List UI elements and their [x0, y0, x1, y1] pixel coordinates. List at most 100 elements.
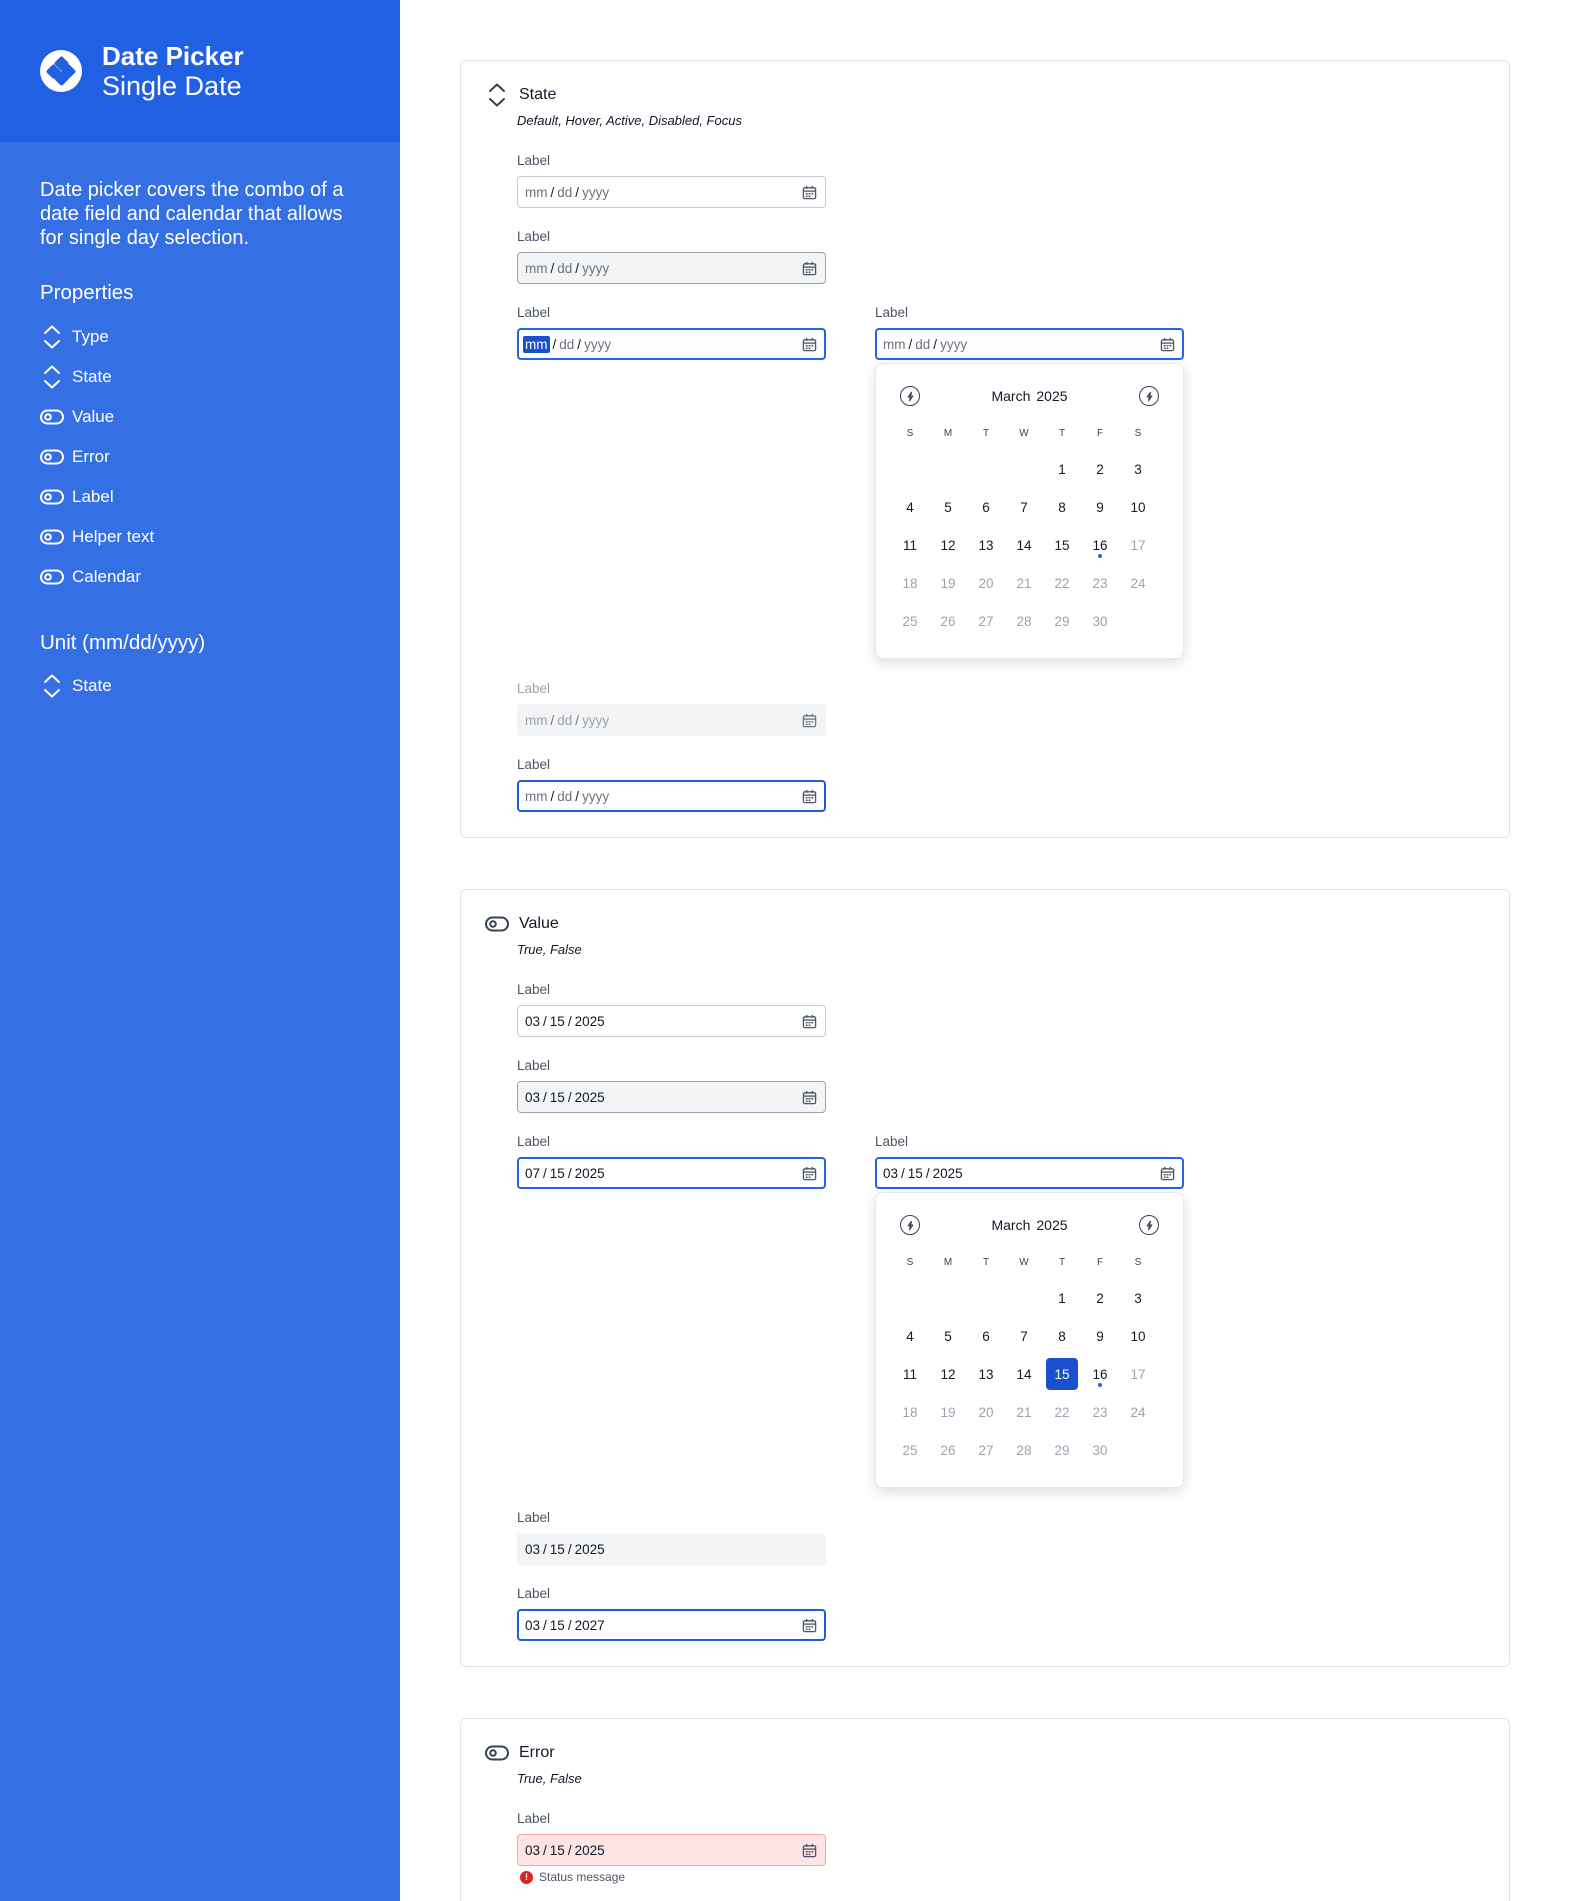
month-segment[interactable]: mm: [883, 337, 906, 352]
calendar-day[interactable]: 14: [1008, 1358, 1040, 1390]
calendar-day[interactable]: 3: [1122, 453, 1154, 485]
property-state[interactable]: State: [40, 357, 154, 397]
date-input[interactable]: 03/15/2027: [517, 1609, 826, 1641]
calendar-day[interactable]: 8: [1046, 491, 1078, 523]
calendar-icon[interactable]: [1158, 335, 1176, 353]
month-segment[interactable]: 03: [525, 1618, 540, 1633]
calendar-day[interactable]: 7: [1008, 1320, 1040, 1352]
calendar-day[interactable]: 10: [1122, 491, 1154, 523]
day-segment[interactable]: dd: [557, 261, 572, 276]
calendar-day[interactable]: 16: [1084, 1358, 1116, 1390]
calendar-day[interactable]: 14: [1008, 529, 1040, 561]
property-type[interactable]: Type: [40, 317, 154, 357]
year-segment[interactable]: yyyy: [584, 337, 611, 352]
month-segment[interactable]: 03: [525, 1014, 540, 1029]
day-segment[interactable]: 15: [550, 1843, 565, 1858]
day-segment[interactable]: dd: [557, 789, 572, 804]
calendar-icon[interactable]: [800, 1164, 818, 1182]
calendar-icon[interactable]: [800, 335, 818, 353]
calendar-icon[interactable]: [1158, 1164, 1176, 1182]
date-input[interactable]: 03/15/2025: [517, 1005, 826, 1037]
calendar-day[interactable]: 7: [1008, 491, 1040, 523]
day-segment[interactable]: dd: [915, 337, 930, 352]
date-input[interactable]: 03/15/2025: [517, 1834, 826, 1866]
next-month-icon[interactable]: [1139, 1215, 1159, 1235]
property-calendar[interactable]: Calendar: [40, 557, 154, 597]
month-segment[interactable]: mm: [525, 185, 548, 200]
month-segment[interactable]: mm: [525, 261, 548, 276]
calendar-icon[interactable]: [800, 183, 818, 201]
month-segment[interactable]: 03: [525, 1090, 540, 1105]
calendar-day[interactable]: 15: [1046, 529, 1078, 561]
year-segment[interactable]: 2025: [933, 1166, 963, 1181]
calendar-day[interactable]: 12: [932, 529, 964, 561]
year-segment[interactable]: 2025: [575, 1843, 605, 1858]
calendar-day[interactable]: 12: [932, 1358, 964, 1390]
calendar-day[interactable]: 6: [970, 1320, 1002, 1352]
year-segment[interactable]: yyyy: [582, 185, 609, 200]
calendar-day[interactable]: 13: [970, 1358, 1002, 1390]
calendar-day[interactable]: 5: [932, 491, 964, 523]
date-input[interactable]: mm / dd / yyyy: [517, 328, 826, 360]
date-input[interactable]: mm / dd / yyyy: [875, 328, 1184, 360]
day-segment[interactable]: 15: [550, 1014, 565, 1029]
month-segment[interactable]: mm: [525, 789, 548, 804]
calendar-day[interactable]: 16: [1084, 529, 1116, 561]
date-input[interactable]: mm / dd / yyyy: [517, 780, 826, 812]
year-segment[interactable]: 2027: [575, 1618, 605, 1633]
next-month-icon[interactable]: [1139, 386, 1159, 406]
year-segment[interactable]: 2025: [575, 1014, 605, 1029]
date-input[interactable]: 03/15/2025: [517, 1081, 826, 1113]
day-segment[interactable]: 15: [550, 1090, 565, 1105]
calendar-day[interactable]: 6: [970, 491, 1002, 523]
year-segment[interactable]: yyyy: [582, 789, 609, 804]
calendar-icon[interactable]: [800, 259, 818, 277]
month-segment[interactable]: 03: [883, 1166, 898, 1181]
property-label[interactable]: Label: [40, 477, 154, 517]
calendar-icon[interactable]: [800, 1616, 818, 1634]
month-segment[interactable]: 07: [525, 1166, 540, 1181]
unit-property-state[interactable]: State: [40, 666, 112, 706]
calendar-day: 30: [1092, 613, 1108, 629]
date-input[interactable]: mm / dd / yyyy: [517, 252, 826, 284]
calendar-day[interactable]: 9: [1084, 1320, 1116, 1352]
calendar-day[interactable]: 4: [894, 1320, 926, 1352]
calendar-day[interactable]: 3: [1122, 1282, 1154, 1314]
calendar-icon[interactable]: [800, 1012, 818, 1030]
calendar-icon[interactable]: [800, 787, 818, 805]
calendar-day[interactable]: 1: [1046, 1282, 1078, 1314]
day-segment[interactable]: dd: [559, 337, 574, 352]
calendar-day[interactable]: 2: [1084, 453, 1116, 485]
month-segment[interactable]: mm: [523, 335, 550, 353]
calendar-day[interactable]: 9: [1084, 491, 1116, 523]
year-segment[interactable]: 2025: [575, 1166, 605, 1181]
calendar-day[interactable]: 11: [894, 529, 926, 561]
day-segment[interactable]: 15: [550, 1166, 565, 1181]
property-value[interactable]: Value: [40, 397, 154, 437]
calendar-day[interactable]: 10: [1122, 1320, 1154, 1352]
calendar-day[interactable]: 15: [1046, 1358, 1078, 1390]
day-segment[interactable]: dd: [557, 185, 572, 200]
property-helper-text[interactable]: Helper text: [40, 517, 154, 557]
calendar-day[interactable]: 2: [1084, 1282, 1116, 1314]
year-segment[interactable]: yyyy: [940, 337, 967, 352]
year-segment[interactable]: 2025: [575, 1090, 605, 1105]
property-error[interactable]: Error: [40, 437, 154, 477]
date-input[interactable]: mm / dd / yyyy: [517, 176, 826, 208]
separator: /: [567, 1617, 572, 1633]
calendar-day[interactable]: 1: [1046, 453, 1078, 485]
date-input[interactable]: 07/15/2025: [517, 1157, 826, 1189]
month-segment[interactable]: 03: [525, 1843, 540, 1858]
calendar-icon[interactable]: [800, 1088, 818, 1106]
calendar-day[interactable]: 5: [932, 1320, 964, 1352]
calendar-day[interactable]: 13: [970, 529, 1002, 561]
date-input[interactable]: 03/15/2025: [875, 1157, 1184, 1189]
calendar-icon[interactable]: [800, 1841, 818, 1859]
calendar-day[interactable]: 8: [1046, 1320, 1078, 1352]
calendar-day[interactable]: 4: [894, 491, 926, 523]
day-segment[interactable]: 15: [908, 1166, 923, 1181]
calendar-day[interactable]: 11: [894, 1358, 926, 1390]
separator: /: [567, 1842, 572, 1858]
year-segment[interactable]: yyyy: [582, 261, 609, 276]
day-segment[interactable]: 15: [550, 1618, 565, 1633]
